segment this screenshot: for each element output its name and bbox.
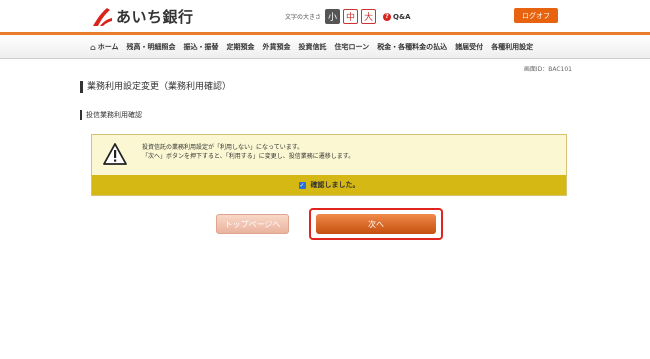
nav-item-transfer[interactable]: 振込・振替 [180, 35, 223, 59]
nav-item-balance[interactable]: 残高・明細照会 [123, 35, 180, 59]
nav-item-time-deposit[interactable]: 定期預金 [223, 35, 259, 59]
bank-logo[interactable]: あいち銀行 [91, 6, 194, 27]
question-icon: ? [383, 12, 392, 21]
header: あいち銀行 文字の大きさ 小 中 大 ? Q&A ログオフ [0, 0, 650, 32]
bank-logo-icon [91, 7, 113, 27]
global-nav: ⌂ ホーム 残高・明細照会 振込・振替 定期預金 外貨預金 投資信託 住宅ローン… [0, 35, 650, 59]
notice-line-2: 「次へ」ボタンを押下すると、「利用する」に変更し、投信業務に遷移します。 [142, 153, 355, 160]
notice-line-1: 投資信託の業務利用設定が「利用しない」になっています。 [142, 144, 304, 151]
nav-item-housing-loan[interactable]: 住宅ローン [331, 35, 374, 59]
font-size-medium-button[interactable]: 中 [343, 9, 359, 24]
font-size-small-button[interactable]: 小 [325, 9, 341, 24]
section-title: 投信業務利用確認 [80, 110, 142, 120]
font-size-label: 文字の大きさ [285, 14, 322, 21]
confirm-label[interactable]: 確認しました。 [311, 180, 360, 190]
nav-item-foreign-deposit[interactable]: 外貨預金 [259, 35, 295, 59]
warning-icon [103, 143, 127, 165]
page-title: 業務利用設定変更（業務利用確認） [80, 81, 231, 93]
screen-id: 画面ID：BAC101 [523, 66, 572, 73]
faq-link[interactable]: ? Q&A [383, 12, 411, 21]
nav-item-payments[interactable]: 税金・各種料金の払込 [373, 35, 451, 59]
nav-item-notifications[interactable]: 諸届受付 [451, 35, 487, 59]
next-button[interactable]: 次へ [316, 214, 436, 234]
notice-text: 投資信託の業務利用設定が「利用しない」になっています。 「次へ」ボタンを押下する… [142, 143, 354, 161]
bank-name: あいち銀行 [116, 8, 194, 26]
logout-button[interactable]: ログオフ [514, 8, 558, 23]
notice-message-area: 投資信託の業務利用設定が「利用しない」になっています。 「次へ」ボタンを押下する… [92, 135, 566, 175]
home-icon: ⌂ [90, 42, 96, 52]
nav-item-investment-trust[interactable]: 投資信託 [295, 35, 331, 59]
confirm-bar: ✓ 確認しました。 [92, 175, 566, 195]
nav-item-home[interactable]: ⌂ ホーム [86, 35, 123, 59]
confirm-checkbox[interactable]: ✓ [298, 181, 306, 189]
nav-item-home-label: ホーム [97, 43, 119, 51]
nav-item-settings[interactable]: 各種利用設定 [487, 35, 537, 59]
faq-label: Q&A [393, 12, 411, 21]
confirmation-notice: 投資信託の業務利用設定が「利用しない」になっています。 「次へ」ボタンを押下する… [91, 134, 567, 196]
top-page-button[interactable]: トップページへ [216, 214, 289, 234]
font-size-selector: 文字の大きさ 小 中 大 ? Q&A [285, 9, 411, 24]
font-size-large-button[interactable]: 大 [361, 9, 377, 24]
